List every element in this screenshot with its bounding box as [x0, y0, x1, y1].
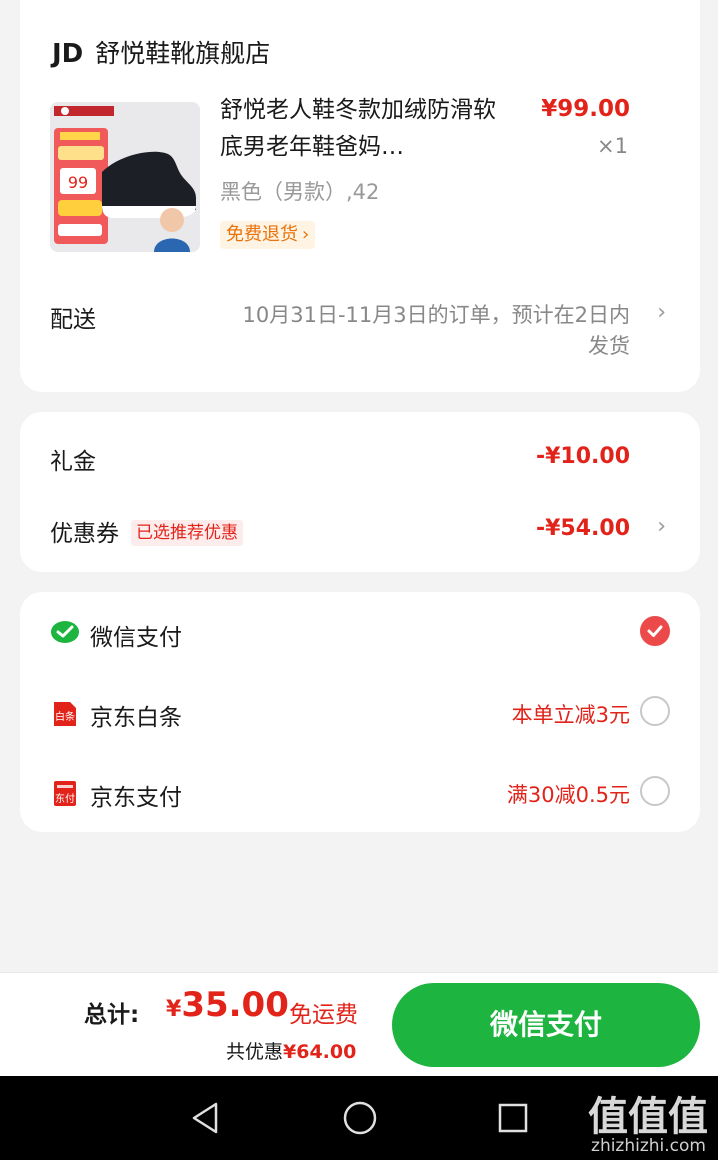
store-name[interactable]: JD 舒悦鞋靴旗舰店: [52, 34, 270, 70]
jd-logo: JD: [52, 39, 84, 69]
payment-option-jd-pay[interactable]: 东付 京东支付 满30减0.5元: [20, 764, 700, 824]
product-quantity: ×1: [597, 134, 628, 158]
radio-unchecked[interactable]: [640, 776, 670, 806]
coupon-amount[interactable]: -¥54.00: [536, 516, 630, 541]
discount-card: 礼金 -¥10.00 优惠券 已选推荐优惠 -¥54.00 ›: [20, 412, 700, 572]
payment-option-jd-baitiao[interactable]: 白条 京东白条 本单立减3元: [20, 684, 700, 744]
delivery-estimate[interactable]: 10月31日-11月3日的订单，预计在2日内发货: [230, 300, 630, 362]
payment-option-label: 微信支付: [90, 625, 182, 651]
payment-promo: 本单立减3元: [511, 703, 630, 727]
total-amount: ¥35.00: [166, 985, 289, 1025]
product-image: 99: [50, 102, 200, 252]
chevron-right-icon[interactable]: ›: [657, 300, 666, 325]
radio-unchecked[interactable]: [640, 696, 670, 726]
total-saving[interactable]: 共优惠¥64.00: [226, 1037, 356, 1064]
baitiao-icon-text: 白条: [55, 710, 75, 723]
wechat-pay-button[interactable]: 微信支付: [392, 983, 700, 1067]
free-shipping-label: 免运费: [289, 1002, 358, 1028]
check-icon: [647, 625, 663, 637]
delivery-label: 配送: [50, 307, 96, 333]
product-variant: 黑色（男款）,42: [220, 180, 380, 204]
back-triangle-icon[interactable]: [188, 1100, 224, 1136]
coupon-label: 优惠券: [50, 521, 119, 547]
payment-option-label: 京东支付: [90, 785, 182, 811]
jd-baitiao-icon: 白条: [54, 702, 76, 726]
product-thumbnail[interactable]: 99: [50, 102, 200, 252]
free-return-tag[interactable]: 免费退货 ›: [220, 221, 316, 249]
product-title[interactable]: 舒悦老人鞋冬款加绒防滑软底男老年鞋爸妈…: [220, 92, 510, 166]
jd-pay-icon: 东付: [54, 781, 76, 806]
chevron-right-icon: ›: [302, 224, 310, 245]
order-item-card: JD 舒悦鞋靴旗舰店 99 舒悦老人鞋冬款加绒防滑软底男老年鞋爸妈… ¥99.00…: [20, 0, 700, 392]
total-label: 总计:: [84, 1002, 140, 1028]
saving-amount: ¥64.00: [283, 1041, 357, 1063]
free-return-label: 免费退货: [226, 224, 298, 245]
watermark-url: zhizhizhi.com: [591, 1136, 706, 1156]
gift-amount: -¥10.00: [535, 444, 630, 469]
radio-checked[interactable]: [640, 616, 670, 646]
jd-pay-icon-text: 东付: [55, 792, 75, 805]
payment-promo: 满30减0.5元: [506, 783, 630, 807]
coupon-row[interactable]: 优惠券 已选推荐优惠: [50, 514, 243, 548]
gift-label: 礼金: [50, 449, 96, 475]
payment-methods-card: 微信支付 白条 京东白条 本单立减3元 东付 京东支付 满30减0.5元: [20, 592, 700, 832]
total-value: 35.00: [181, 985, 289, 1025]
watermark-logo: 值值值: [588, 1093, 708, 1140]
saving-label: 共优惠: [226, 1041, 284, 1063]
system-nav-bar: 值值值 zhizhizhi.com: [0, 1076, 718, 1160]
chevron-right-icon[interactable]: ›: [657, 514, 666, 539]
thumb-price-text: 99: [68, 173, 88, 192]
product-price: ¥99.00: [541, 96, 630, 122]
home-circle-icon[interactable]: [342, 1100, 378, 1136]
payment-option-label: 京东白条: [90, 705, 182, 731]
checkout-bar: 总计: ¥35.00 免运费 共优惠¥64.00 微信支付: [0, 972, 718, 1077]
payment-option-wechat[interactable]: 微信支付: [20, 604, 700, 664]
recents-square-icon[interactable]: [495, 1100, 531, 1136]
store-name-label: 舒悦鞋靴旗舰店: [95, 39, 271, 68]
currency-symbol: ¥: [166, 997, 182, 1022]
wechat-pay-icon: [51, 621, 79, 643]
coupon-recommended-tag: 已选推荐优惠: [131, 520, 243, 546]
